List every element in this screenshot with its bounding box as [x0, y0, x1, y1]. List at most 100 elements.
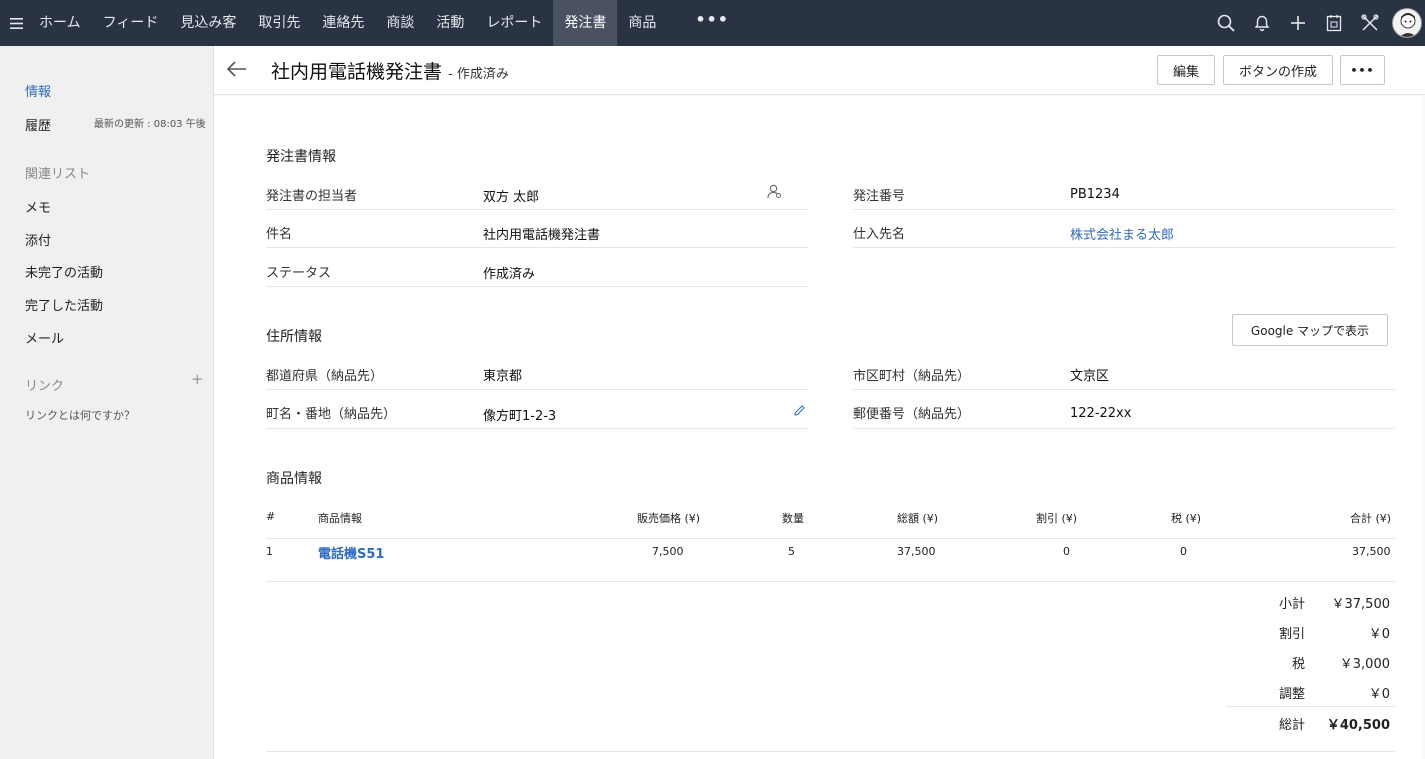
sidebar-item-emails[interactable]: メール: [25, 328, 64, 347]
col-header-total: 合計 (¥): [1350, 512, 1392, 525]
adjustment-label: 調整: [1278, 687, 1305, 702]
vertical-scrollbar[interactable]: [1421, 96, 1425, 759]
field-divider: [266, 389, 808, 390]
subtotal-value: ￥37,500: [1331, 597, 1391, 612]
section-bottom-divider: [266, 751, 1395, 752]
record-header: 社内用電話機発注書 - 作成済み 編集 ボタンの作成 •••: [214, 46, 1425, 95]
discount-value: ￥0: [1368, 627, 1390, 642]
row-discount: 0: [1063, 545, 1070, 558]
nav-tab-accounts[interactable]: 取引先: [247, 0, 311, 46]
col-header-discount: 割引 (¥): [1036, 512, 1078, 525]
nav-tab-leads[interactable]: 見込み客: [169, 0, 247, 46]
field-divider: [266, 286, 808, 287]
table-row-divider: [266, 581, 1395, 582]
last-updated-text: 最新の更新 : 08:03 午後: [94, 119, 206, 130]
table-header-divider: [266, 538, 1395, 539]
field-divider: [853, 247, 1395, 248]
record-title: 社内用電話機発注書 - 作成済み: [271, 57, 509, 84]
vendor-label: 仕入先名: [853, 227, 906, 242]
po-number-value: PB1234: [1070, 187, 1120, 202]
nav-tab-products[interactable]: 商品: [617, 0, 667, 46]
discount-label: 割引: [1278, 627, 1305, 642]
prefecture-value: 東京都: [483, 369, 523, 384]
record-details: 発注書情報 発注書の担当者 双方 太郎 件名 社内用電話機発注書 ステータス 作…: [214, 96, 1425, 759]
po-info-section-title: 発注書情報: [266, 149, 336, 165]
tools-icon[interactable]: [1352, 0, 1388, 46]
nav-tab-reports[interactable]: レポート: [475, 0, 553, 46]
top-nav-bar: ホーム フィード 見込み客 取引先 連絡先 商談 活動 レポート 発注書 商品 …: [0, 0, 1425, 46]
status-label: ステータス: [266, 266, 332, 281]
sidebar-item-closed-activities[interactable]: 完了した活動: [25, 295, 103, 314]
col-header-product: 商品情報: [318, 512, 362, 525]
more-actions-button[interactable]: •••: [1340, 55, 1385, 85]
owner-label: 発注書の担当者: [266, 189, 358, 204]
search-icon[interactable]: [1208, 0, 1244, 46]
row-number: 1: [266, 545, 273, 558]
avatar[interactable]: [1392, 8, 1422, 38]
owner-value: 双方 太郎: [483, 190, 540, 205]
tax-label: 税: [1291, 657, 1305, 672]
grand-total-value: ￥40,500: [1326, 718, 1390, 733]
calendar-icon[interactable]: [1316, 0, 1352, 46]
col-header-amount: 総額 (¥): [897, 512, 939, 525]
adjustment-value: ￥0: [1368, 687, 1390, 702]
tax-value: ￥3,000: [1339, 657, 1390, 672]
sidebar-item-info[interactable]: 情報: [25, 81, 51, 100]
add-link-icon[interactable]: +: [191, 370, 204, 388]
row-tax: 0: [1180, 545, 1187, 558]
grand-total-label: 総計: [1278, 718, 1305, 733]
field-divider: [853, 389, 1395, 390]
sidebar-item-notes[interactable]: メモ: [25, 197, 51, 216]
create-button-button[interactable]: ボタンの作成: [1223, 55, 1333, 85]
field-divider: [266, 209, 808, 210]
field-divider: [266, 428, 808, 429]
subject-value: 社内用電話機発注書: [483, 228, 601, 243]
prefecture-label: 都道府県（納品先）: [266, 369, 384, 384]
related-list-heading: 関連リスト: [25, 167, 91, 182]
field-divider: [853, 428, 1395, 429]
subject-label: 件名: [266, 227, 293, 242]
sidebar-item-attachments[interactable]: 添付: [25, 230, 51, 249]
edit-button[interactable]: 編集: [1157, 55, 1215, 85]
product-link[interactable]: 電話機S51: [318, 543, 384, 562]
products-section-title: 商品情報: [266, 471, 322, 487]
bell-icon[interactable]: [1244, 0, 1280, 46]
field-divider: [853, 209, 1395, 210]
plus-icon[interactable]: [1280, 0, 1316, 46]
nav-tab-purchase-orders[interactable]: 発注書: [553, 0, 618, 46]
record-title-text: 社内用電話機発注書: [271, 61, 443, 83]
links-help-link[interactable]: リンクとは何ですか？: [25, 407, 135, 423]
row-quantity: 5: [788, 545, 795, 558]
nav-tab-feed[interactable]: フィード: [92, 0, 170, 46]
left-sidebar: 情報 履歴 最新の更新 : 08:03 午後 関連リスト メモ 添付 未完了の活…: [0, 46, 214, 759]
hamburger-icon[interactable]: [0, 0, 32, 46]
nav-tab-deals[interactable]: 商談: [375, 0, 425, 46]
links-heading: リンク: [25, 379, 65, 394]
row-total: 37,500: [1352, 545, 1391, 558]
sidebar-item-history[interactable]: 履歴: [25, 115, 51, 134]
nav-tab-activities[interactable]: 活動: [425, 0, 475, 46]
record-status: - 作成済み: [448, 67, 509, 82]
row-price: 7,500: [652, 545, 684, 558]
zip-value: 122-22xx: [1070, 406, 1132, 421]
field-divider: [266, 247, 808, 248]
city-value: 文京区: [1070, 369, 1110, 384]
street-label: 町名・番地（納品先）: [266, 407, 397, 422]
nav-tab-home[interactable]: ホーム: [32, 0, 92, 46]
col-header-number: #: [266, 510, 276, 523]
back-arrow-icon[interactable]: [225, 58, 249, 80]
nav-more-button[interactable]: •••: [667, 0, 747, 46]
user-icon[interactable]: [767, 184, 782, 203]
subtotal-label: 小計: [1278, 597, 1305, 612]
status-value: 作成済み: [483, 267, 536, 282]
nav-tab-contacts[interactable]: 連絡先: [311, 0, 375, 46]
zip-label: 郵便番号（納品先）: [853, 407, 971, 422]
city-label: 市区町村（納品先）: [853, 369, 971, 384]
sidebar-item-open-activities[interactable]: 未完了の活動: [25, 262, 103, 281]
row-amount: 37,500: [897, 545, 936, 558]
col-header-tax: 税 (¥): [1171, 512, 1202, 525]
google-map-button[interactable]: Google マップで表示: [1232, 314, 1388, 346]
pencil-edit-icon[interactable]: [793, 402, 806, 421]
vendor-link[interactable]: 株式会社まる太郎: [1070, 224, 1174, 243]
col-header-price: 販売価格 (¥): [637, 512, 701, 525]
